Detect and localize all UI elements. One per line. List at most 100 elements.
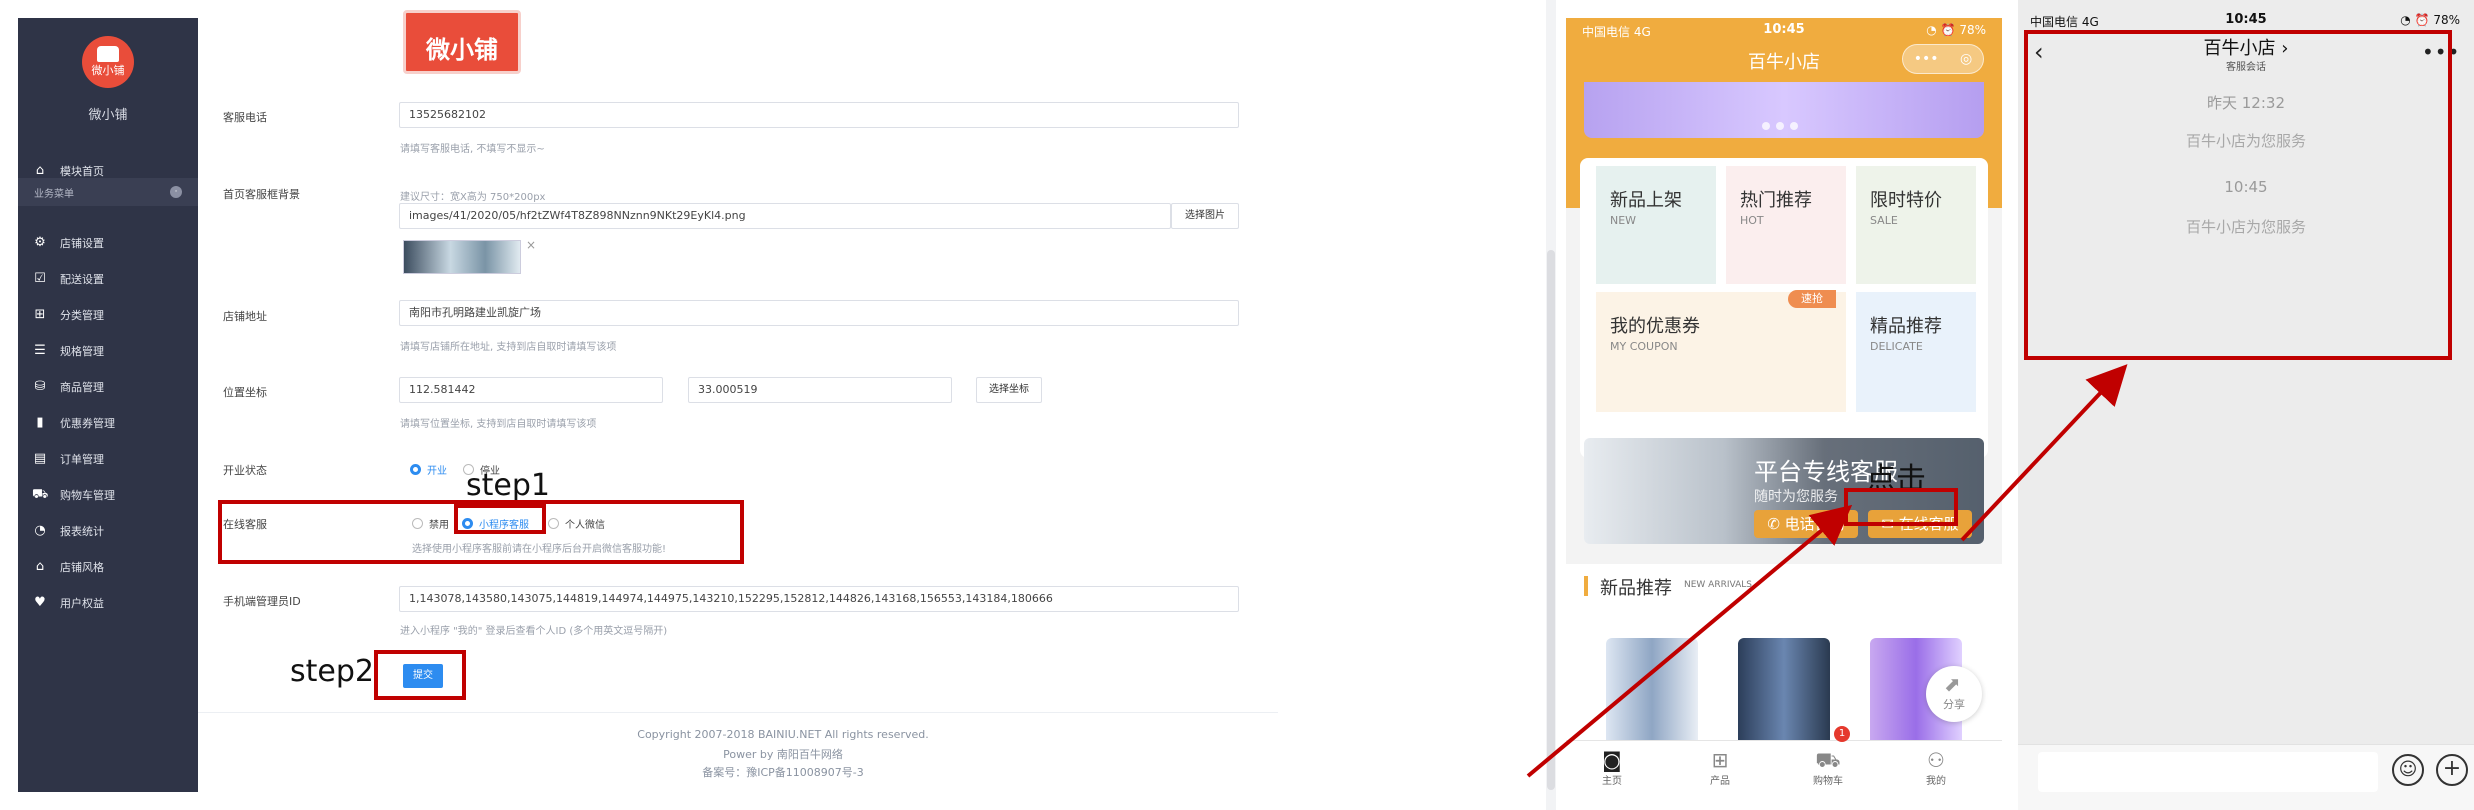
sidebar-item-orders[interactable]: ▤ 订单管理 [18, 444, 198, 474]
close-target-icon[interactable]: ◎ [1960, 51, 1972, 67]
bg-path-input[interactable]: images/41/2020/05/hf2tZWf4T8Z898NNznn9NK… [399, 203, 1171, 229]
banner-dot [1776, 122, 1784, 130]
home-icon: ⌂ [35, 163, 45, 178]
cart-icon: ⛟ [32, 487, 49, 502]
tile-title: 新品上架 [1610, 190, 1682, 211]
shop-phone-screen: 中国电信 4G 10:45 ◔ ⏰ 78% 百牛小店 ••• ◎ 新品上架 NE… [1566, 18, 2002, 790]
coord-hint: 请填写位置坐标, 支持到店自取时请填写该项 [400, 419, 597, 430]
logo-text: 微小铺 [91, 64, 125, 77]
address-input[interactable]: 南阳市孔明路建业凯旋广场 [399, 300, 1239, 326]
footer-divider [198, 712, 1278, 713]
chat-highlight-box [2024, 30, 2452, 360]
choose-coord-button[interactable]: 选择坐标 [976, 377, 1042, 403]
sidebar-item-label: 店铺风格 [60, 561, 104, 574]
new-section-subtitle: NEW ARRIVALS [1684, 580, 1752, 590]
sidebar-item-label: 购物车管理 [60, 489, 115, 502]
tile-new-arrivals[interactable]: 新品上架 NEW [1596, 166, 1716, 284]
promo-banner[interactable] [1584, 82, 1984, 138]
tab-mine[interactable]: ⚇ 我的 [1906, 748, 1966, 787]
submit-highlight-box [374, 650, 466, 700]
sidebar-item-label: 模块首页 [60, 165, 104, 178]
coord-label: 位置坐标 [223, 386, 267, 399]
step1-annotation: step1 [466, 468, 550, 503]
more-icon[interactable]: ••• [1914, 51, 1939, 67]
admin-sidebar: 微小铺 微小铺 ⌂ 模块首页 业务菜单 · ⚙ 店铺设置 ☑ 配送设置 ⊞ 分类管理 ☰… [18, 18, 198, 792]
bg-size-hint: 建议尺寸：宽X高为 750*200px [400, 192, 546, 203]
phone-icon: ✆ [1767, 515, 1785, 533]
choose-image-button[interactable]: 选择图片 [1171, 203, 1239, 229]
address-hint: 请填写店铺所在地址, 支持到店自取时请填写该项 [400, 342, 617, 353]
sidebar-item-specs[interactable]: ☰ 规格管理 [18, 336, 198, 366]
sidebar-item-user-rights[interactable]: ♥ 用户权益 [18, 588, 198, 618]
chat-message-input[interactable] [2038, 752, 2378, 792]
tab-cart[interactable]: ⛟ 购物车 [1798, 748, 1858, 787]
tile-subtitle: SALE [1870, 214, 1898, 227]
database-icon: ⛁ [34, 379, 46, 394]
sidebar-item-label: 优惠券管理 [60, 417, 115, 430]
online-service-highlight-box [1844, 488, 1958, 526]
tile-delicate[interactable]: 精品推荐 DELICATE [1856, 292, 1976, 412]
share-button[interactable]: 分享 [1926, 666, 1982, 722]
phone-consult-button[interactable]: ✆ 电话咨询 [1754, 510, 1858, 538]
admin-id-label: 手机端管理员ID [223, 595, 301, 608]
address-label: 店铺地址 [223, 310, 267, 323]
admin-id-input[interactable]: 1,143078,143580,143075,144819,144974,144… [399, 586, 1239, 612]
miniprogram-capsule[interactable]: ••• ◎ [1902, 44, 1984, 74]
sidebar-item-cart[interactable]: ⛟ 购物车管理 [18, 480, 198, 510]
tile-title: 限时特价 [1870, 190, 1942, 211]
sidebar-item-delivery[interactable]: ☑ 配送设置 [18, 264, 198, 294]
sidebar-item-style[interactable]: ⌂ 店铺风格 [18, 552, 198, 582]
tile-title: 精品推荐 [1870, 316, 1942, 337]
sidebar-group-header[interactable]: 业务菜单 · [18, 178, 198, 206]
tile-coupons[interactable]: 我的优惠券 MY COUPON [1596, 292, 1846, 412]
tile-sale[interactable]: 限时特价 SALE [1856, 166, 1976, 284]
checkbox-icon: ☑ [34, 271, 46, 286]
sidebar-item-products[interactable]: ⛁ 商品管理 [18, 372, 198, 402]
phone-input[interactable]: 13525682102 [399, 102, 1239, 128]
grid-icon: ⊞ [34, 307, 46, 322]
latitude-input[interactable]: 33.000519 [688, 377, 952, 403]
tab-label: 主页 [1602, 776, 1622, 787]
tab-products[interactable]: ⊞ 产品 [1690, 748, 1750, 787]
plus-icon[interactable]: + [2436, 754, 2468, 786]
footer-power[interactable]: Power by 南阳百牛网络 [583, 746, 983, 762]
sidebar-item-categories[interactable]: ⊞ 分类管理 [18, 300, 198, 330]
sidebar-item-coupons[interactable]: ▮ 优惠券管理 [18, 408, 198, 438]
scrollbar-thumb[interactable] [1547, 250, 1555, 790]
sidebar-item-reports[interactable]: ◔ 报表统计 [18, 516, 198, 546]
sidebar-item-shop-settings[interactable]: ⚙ 店铺设置 [18, 228, 198, 258]
tile-hot[interactable]: 热门推荐 HOT [1726, 166, 1846, 284]
sidebar-brand-name: 微小铺 [88, 108, 128, 123]
button-label: 电话咨询 [1784, 515, 1845, 533]
remove-thumbnail-icon[interactable]: × [526, 238, 536, 252]
order-icon: ▤ [33, 451, 47, 466]
shop-logo: 微小铺 [82, 36, 134, 88]
house-icon: ⌂ [35, 559, 45, 574]
tab-home[interactable]: ◙ 主页 [1582, 748, 1642, 787]
tab-label: 产品 [1710, 776, 1730, 787]
tile-subtitle: DELICATE [1870, 340, 1923, 353]
sidebar-item-label: 配送设置 [60, 273, 104, 286]
footer-copyright: Copyright 2007-2018 BAINIU.NET All right… [637, 728, 929, 741]
sidebar-item-label: 用户权益 [60, 597, 104, 610]
status-open-radio[interactable]: 开业 [410, 462, 447, 477]
heart-icon: ♥ [34, 595, 46, 610]
sidebar-item-label: 订单管理 [60, 453, 104, 466]
phone-hint: 请填写客服电话, 不填写不显示~ [400, 144, 545, 155]
longitude-input[interactable]: 112.581442 [399, 377, 663, 403]
gear-icon: ⚙ [34, 235, 46, 250]
footer-icp[interactable]: 备案号：豫ICP备11008907号-3 [583, 764, 983, 780]
list-icon: ☰ [34, 343, 46, 358]
sidebar-group-label: 业务菜单 [34, 188, 74, 200]
step2-annotation: step2 [290, 654, 374, 689]
status-label: 开业状态 [223, 464, 267, 477]
tab-label: 购物车 [1813, 776, 1843, 787]
service-subtitle: 随时为您服务 [1754, 489, 1838, 505]
emoji-icon[interactable]: ☺ [2392, 754, 2424, 786]
tile-subtitle: MY COUPON [1610, 340, 1678, 353]
home-tab-icon: ◙ [1602, 748, 1622, 772]
sidebar-item-label: 分类管理 [60, 309, 104, 322]
status-bar: 中国电信 4G 10:45 ◔ ⏰ 78% [2018, 8, 2474, 32]
user-tab-icon: ⚇ [1927, 748, 1945, 772]
status-bar: 中国电信 4G 10:45 ◔ ⏰ 78% [1566, 18, 2002, 42]
